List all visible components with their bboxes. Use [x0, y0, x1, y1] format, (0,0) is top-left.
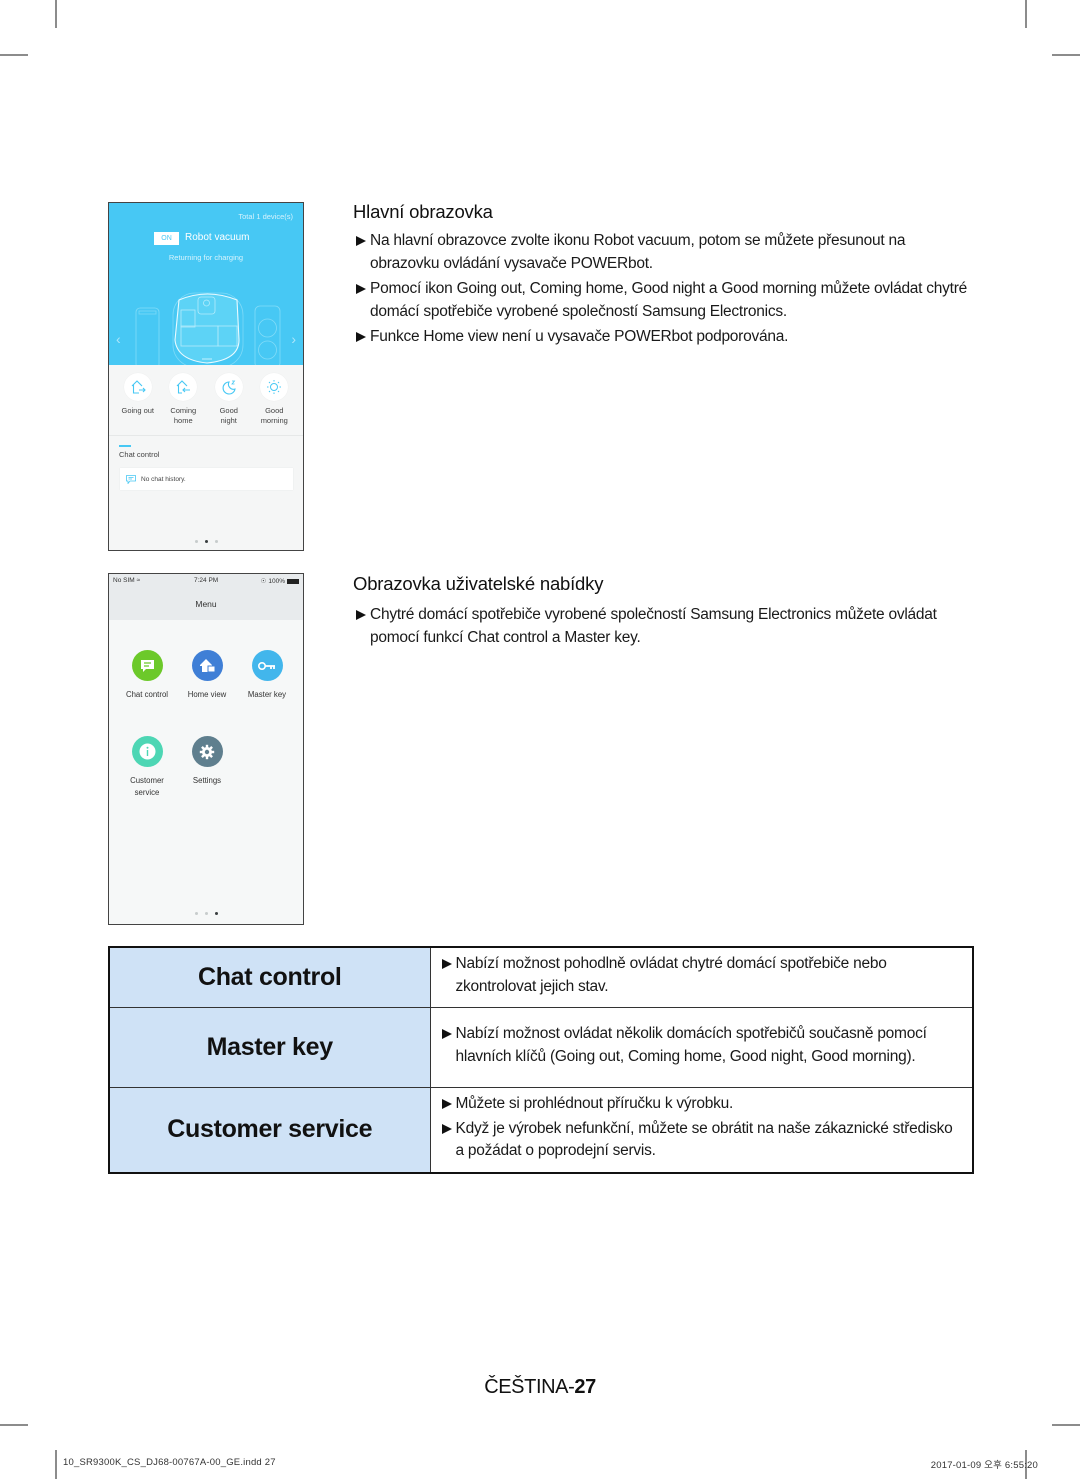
- power-badge[interactable]: ON: [154, 232, 179, 245]
- crop-mark: [0, 1424, 28, 1426]
- carrier-label: No SIM ≈: [113, 577, 141, 584]
- key-icon: [258, 661, 275, 670]
- print-slug-file: 10_SR9300K_CS_DJ68-00767A-00_GE.indd 27: [63, 1457, 276, 1468]
- page-dot[interactable]: [194, 540, 198, 543]
- device-card[interactable]: Total 1 device(s) ON Robot vacuum Return…: [109, 203, 303, 365]
- crop-mark: [0, 54, 28, 56]
- bullet-item: Na hlavní obrazovce zvolte ikonu Robot v…: [355, 230, 975, 275]
- divider: [109, 435, 303, 436]
- print-slug-date: 2017-01-09 오후 6:55:20: [930, 1460, 1038, 1471]
- page-indicator: [109, 912, 303, 915]
- mode-label: Going out: [121, 406, 155, 415]
- feature-description: Můžete si prohlédnout příručku k výrobku…: [430, 1087, 973, 1173]
- wifi-icon: ≈: [136, 577, 141, 584]
- bullet-item: Funkce Home view není u vysavače POWERbo…: [355, 326, 975, 349]
- mode-good-morning[interactable]: Good morning: [252, 373, 296, 426]
- crop-mark: [55, 1450, 57, 1479]
- feature-name: Customer service: [109, 1087, 431, 1173]
- chat-section-title: Chat control: [119, 450, 160, 459]
- good-morning-icon: [267, 380, 282, 394]
- page-indicator: [109, 540, 303, 543]
- mode-good-night[interactable]: Good night: [207, 373, 251, 426]
- clock-label: 7:24 PM: [194, 577, 219, 584]
- menu-item-label: Settings: [192, 776, 222, 785]
- bullet-item: Chytré domácí spotřebiče vyrobené společ…: [355, 604, 975, 649]
- menu-screen-screenshot: No SIM ≈ 7:24 PM ☉ 100% Menu Chat control…: [108, 573, 304, 925]
- menu-item-label: Chat control: [125, 690, 169, 699]
- good-night-icon: [222, 380, 236, 395]
- table-row: Customer service Můžete si prohlédnout p…: [109, 1087, 973, 1173]
- chat-bubble-icon: [126, 474, 136, 484]
- mode-label: Good: [219, 406, 238, 415]
- mode-label: night: [220, 416, 237, 425]
- main-screen-heading: Hlavní obrazovka: [353, 201, 493, 222]
- crop-mark: [55, 0, 57, 28]
- page-dot[interactable]: [194, 912, 198, 915]
- page-dot-active[interactable]: [204, 540, 208, 543]
- page-dot-active[interactable]: [214, 912, 218, 915]
- page-dot[interactable]: [214, 540, 218, 543]
- feature-description: Nabízí možnost pohodlně ovládat chytré d…: [430, 947, 973, 1008]
- main-screen-screenshot: Total 1 device(s) ON Robot vacuum Return…: [108, 202, 304, 551]
- language-label: ČEŠTINA-: [484, 1376, 575, 1398]
- robot-vacuum-illustration: [135, 292, 281, 365]
- menu-item-master-key[interactable]: Master key: [237, 650, 297, 701]
- menu-screen-bullets: Chytré domácí spotřebiče vyrobené společ…: [355, 604, 975, 652]
- mode-label: Coming: [170, 406, 197, 415]
- mode-label: morning: [260, 416, 288, 425]
- mode-shortcuts: Going out Coming home Good night Good morni…: [109, 373, 303, 426]
- device-status: Returning for charging: [168, 253, 244, 262]
- bullet-item: Nabízí možnost pohodlně ovládat chytré d…: [441, 953, 965, 998]
- page-footer: ČEŠTINA-27: [0, 1376, 1080, 1399]
- mode-label: home: [173, 416, 193, 425]
- device-name: Robot vacuum: [185, 232, 250, 243]
- section-accent: [119, 445, 131, 447]
- rotation-lock-icon: ☉: [260, 578, 267, 585]
- main-screen-bullets: Na hlavní obrazovce zvolte ikonu Robot v…: [355, 230, 975, 352]
- bullet-item: Když je výrobek nefunkční, můžete se obr…: [441, 1118, 965, 1163]
- info-icon: [139, 743, 155, 760]
- chat-empty-text: No chat history.: [141, 475, 186, 483]
- chat-history-box[interactable]: No chat history.: [120, 468, 293, 490]
- status-bar: No SIM ≈ 7:24 PM ☉ 100%: [109, 574, 303, 588]
- mode-label: Good: [265, 406, 284, 415]
- bullet-item: Můžete si prohlédnout příručku k výrobku…: [441, 1093, 965, 1116]
- mode-going-out[interactable]: Going out: [116, 373, 160, 426]
- feature-description: Nabízí možnost ovládat několik domácích …: [430, 1007, 973, 1088]
- menu-item-settings[interactable]: Settings: [177, 736, 237, 787]
- battery-indicator: ☉ 100%: [261, 577, 299, 585]
- crop-mark: [1025, 0, 1027, 28]
- feature-name: Master key: [109, 1007, 431, 1088]
- table-row: Chat control Nabízí možnost pohodlně ovl…: [109, 947, 973, 1008]
- table-row: Master key Nabízí možnost ovládat několi…: [109, 1007, 973, 1088]
- crop-mark: [1052, 1424, 1080, 1426]
- coming-home-icon: [176, 380, 191, 394]
- next-device-arrow[interactable]: ›: [291, 331, 296, 347]
- bullet-item: Pomocí ikon Going out, Coming home, Good…: [355, 278, 975, 323]
- menu-header: Menu: [109, 588, 303, 620]
- menu-item-label: service: [134, 788, 160, 797]
- going-out-icon: [131, 380, 146, 394]
- previous-device-arrow[interactable]: ‹: [116, 331, 121, 347]
- page-number: 27: [574, 1376, 596, 1398]
- bullet-item: Nabízí možnost ovládat několik domácích …: [441, 1023, 965, 1068]
- menu-item-customer-service[interactable]: Customer service: [117, 736, 177, 799]
- menu-item-home-view[interactable]: Home view: [177, 650, 237, 701]
- gear-icon: [199, 744, 215, 759]
- crop-mark: [1052, 54, 1080, 56]
- mode-coming-home[interactable]: Coming home: [161, 373, 205, 426]
- menu-screen-heading: Obrazovka uživatelské nabídky: [353, 573, 604, 594]
- menu-item-label: Master key: [247, 690, 287, 699]
- menu-item-label: Home view: [187, 690, 227, 699]
- page-dot[interactable]: [204, 912, 208, 915]
- chat-icon: [140, 659, 154, 672]
- menu-item-label: Customer: [130, 776, 164, 785]
- battery-icon: [287, 578, 299, 584]
- home-view-icon: [199, 659, 215, 673]
- total-devices-label: Total 1 device(s): [238, 212, 293, 221]
- feature-table: Chat control Nabízí možnost pohodlně ovl…: [108, 946, 974, 1174]
- menu-item-chat-control[interactable]: Chat control: [117, 650, 177, 701]
- feature-name: Chat control: [109, 947, 431, 1008]
